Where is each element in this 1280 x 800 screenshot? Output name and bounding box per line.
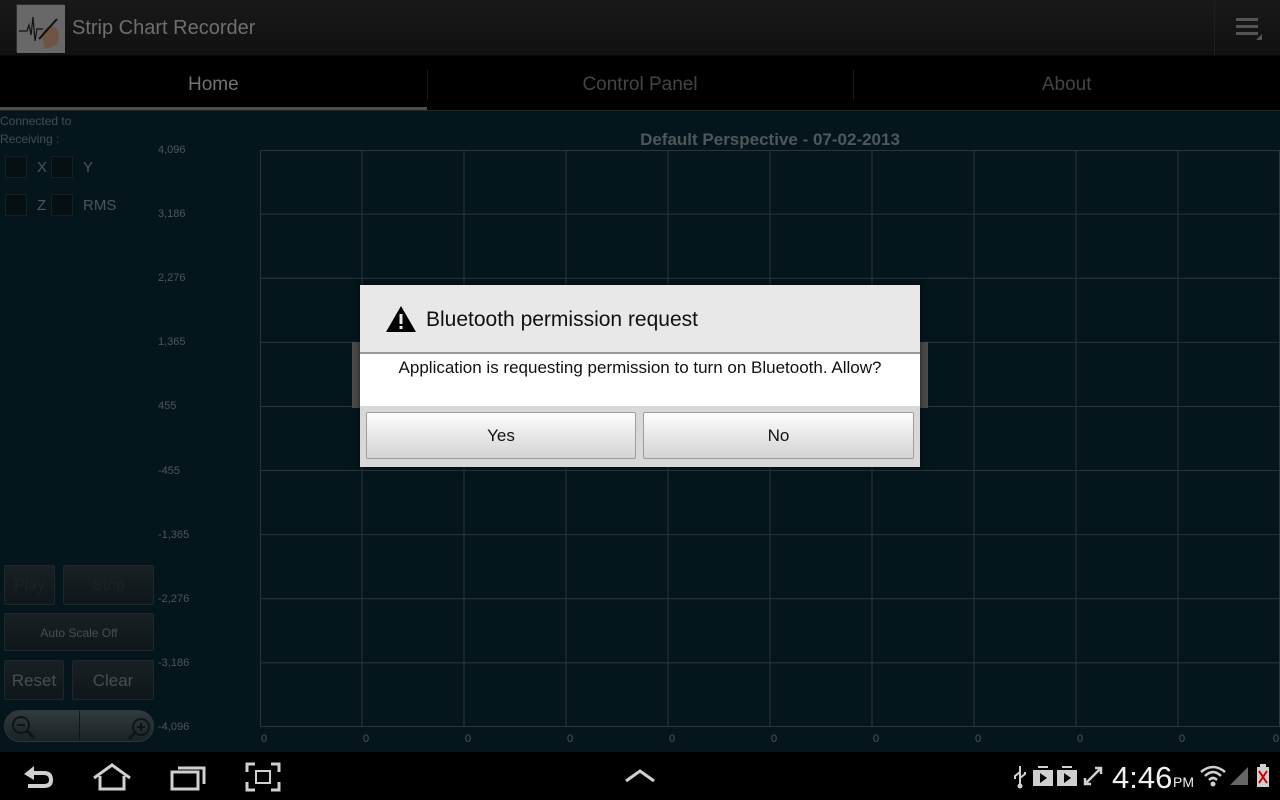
warning-icon — [386, 306, 416, 332]
checkbox-z[interactable] — [5, 194, 27, 216]
screenshot-icon[interactable] — [245, 762, 281, 792]
zoom-in-button[interactable] — [80, 711, 153, 741]
status-clock: 4:46 — [1112, 760, 1173, 795]
y-tick-label: -1,365 — [158, 528, 190, 541]
action-bar: Strip Chart Recorder — [0, 0, 1280, 56]
system-nav-bar — [0, 752, 1280, 800]
y-tick-label: -3,186 — [158, 656, 190, 669]
no-button[interactable]: No — [643, 412, 914, 459]
overflow-menu-button[interactable] — [1214, 0, 1280, 56]
x-tick-label: 0 — [669, 733, 676, 745]
x-tick-label: 0 — [873, 733, 880, 745]
wifi-icon — [1200, 765, 1226, 787]
zoom-in-icon — [127, 718, 150, 741]
x-tick-label: 0 — [771, 733, 778, 745]
sync-icon — [1083, 766, 1103, 786]
y-tick-label: 455 — [158, 400, 177, 413]
dialog-button-bar: Yes No — [360, 406, 920, 467]
zoom-control — [4, 710, 154, 742]
tab-home[interactable]: Home — [0, 56, 427, 111]
bluetooth-permission-dialog: Bluetooth permission request Application… — [360, 285, 920, 467]
tab-bar: Home Control Panel About — [0, 56, 1280, 111]
yes-button[interactable]: Yes — [366, 412, 636, 459]
app-title: Strip Chart Recorder — [72, 17, 256, 39]
y-tick-label: 3,186 — [158, 208, 186, 221]
tab-control-panel[interactable]: Control Panel — [426, 56, 854, 111]
zoom-out-icon — [12, 716, 36, 740]
zoom-out-button[interactable] — [5, 711, 80, 741]
dialog-title: Bluetooth permission request — [426, 308, 698, 331]
media-play-icon — [1057, 766, 1077, 786]
connected-label: Connected to — [0, 114, 72, 128]
recent-apps-icon[interactable] — [170, 762, 206, 792]
chevron-up-icon[interactable] — [624, 768, 656, 784]
y-tick-label: -4,096 — [158, 721, 190, 733]
auto-scale-toggle[interactable]: Auto Scale Off — [4, 613, 154, 651]
y-tick-label: 2,276 — [158, 272, 186, 285]
checkbox-x-label: X — [37, 159, 48, 176]
x-tick-label: 0 — [1179, 733, 1186, 745]
y-tick-label: 1,365 — [158, 336, 186, 349]
play-button[interactable]: Play — [4, 565, 55, 605]
chart-title: Default Perspective - 07-02-2013 — [640, 130, 900, 149]
x-tick-label: 0 — [363, 733, 370, 745]
x-tick-label: 0 — [567, 733, 574, 745]
receiving-label: Receiving : — [0, 132, 60, 146]
x-tick-label: 0 — [1273, 733, 1280, 745]
x-tick-label: 0 — [465, 733, 472, 745]
usb-icon — [1014, 766, 1026, 789]
x-tick-label: 0 — [1077, 733, 1084, 745]
x-tick-label: 0 — [975, 733, 982, 745]
y-tick-label: -2,276 — [158, 592, 190, 605]
checkbox-x[interactable] — [5, 156, 27, 178]
battery-icon — [1257, 764, 1269, 787]
menu-icon — [1236, 18, 1262, 40]
clear-button[interactable]: Clear — [72, 660, 154, 700]
y-tick-label: -455 — [158, 464, 181, 477]
checkbox-y[interactable] — [51, 156, 73, 178]
checkbox-rms[interactable] — [51, 194, 73, 216]
stop-button[interactable]: Stop — [63, 565, 154, 605]
checkbox-rms-label: RMS — [83, 197, 117, 214]
media-icon — [1033, 766, 1053, 786]
home-icon[interactable] — [92, 762, 132, 792]
status-ampm: PM — [1173, 774, 1194, 790]
reset-button[interactable]: Reset — [4, 660, 64, 700]
checkbox-z-label: Z — [37, 197, 47, 214]
y-tick-label: 4,096 — [158, 144, 186, 156]
app-logo-icon — [16, 4, 65, 53]
dialog-header: Bluetooth permission request — [360, 285, 920, 354]
tab-about[interactable]: About — [853, 56, 1280, 111]
x-tick-label: 0 — [261, 733, 268, 745]
dialog-message: Application is requesting permission to … — [398, 358, 882, 377]
checkbox-y-label: Y — [83, 159, 94, 176]
back-icon[interactable] — [20, 762, 56, 792]
signal-icon — [1230, 767, 1248, 785]
